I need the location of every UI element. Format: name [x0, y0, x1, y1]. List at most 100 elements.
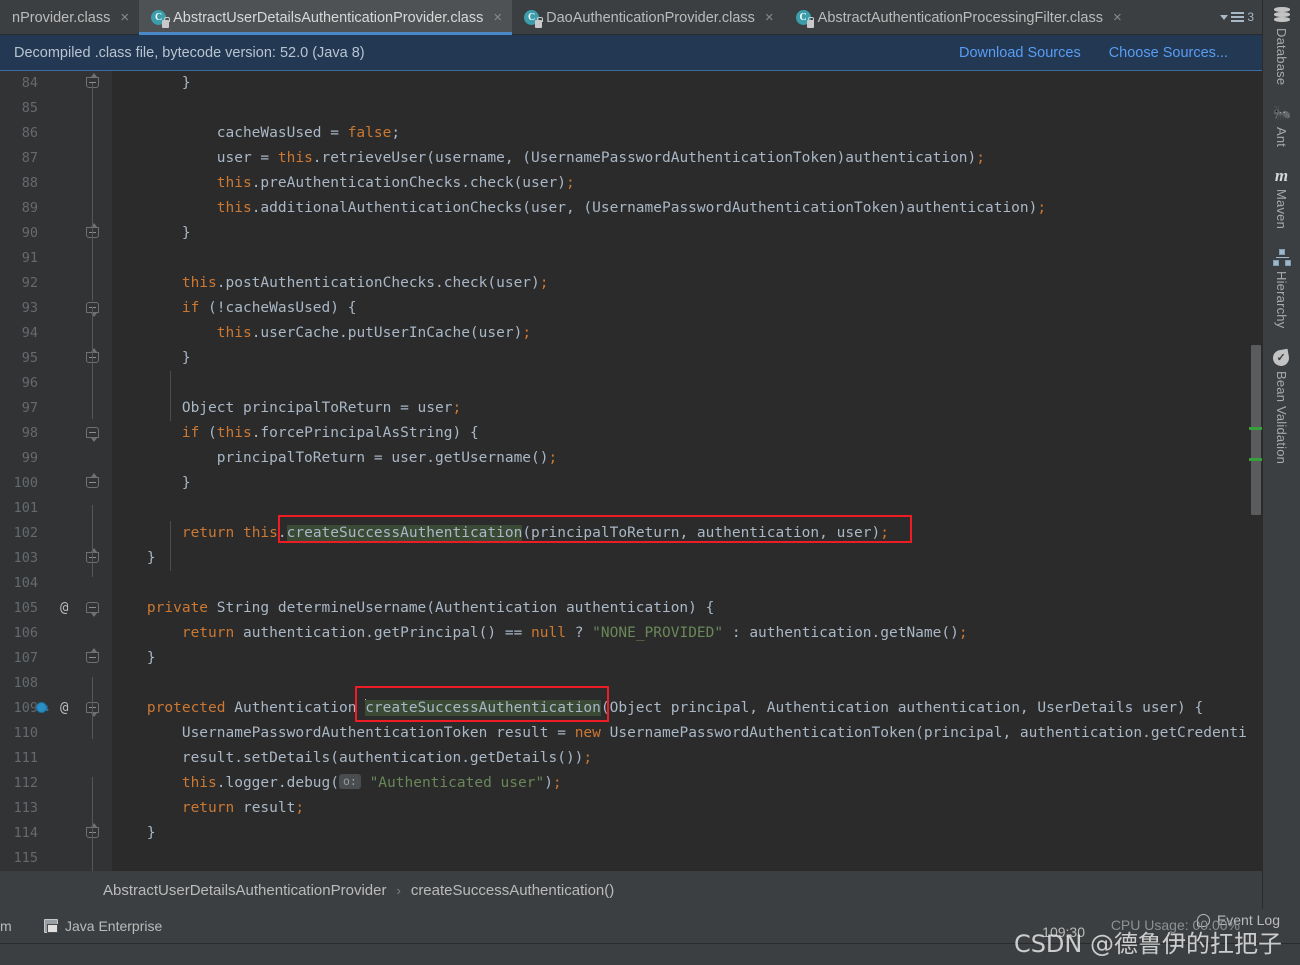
caret-position-indicator[interactable]: 109:30 — [1042, 924, 1085, 940]
code-line[interactable]: 114 } — [0, 821, 1262, 846]
editor-vertical-scrollbar[interactable] — [1249, 71, 1262, 871]
code-text: Object principalToReturn = user; — [112, 396, 461, 421]
status-left-fragment: m — [0, 918, 12, 934]
code-line[interactable]: 106 return authentication.getPrincipal()… — [0, 621, 1262, 646]
code-line[interactable]: 92 this.postAuthenticationChecks.check(u… — [0, 271, 1262, 296]
status-ghost-text: CPU Usage: 00.00% — [1110, 917, 1240, 933]
code-lines-container[interactable]: 84 } 85 86 cacheWasUsed = false; 87 user = … — [0, 71, 1262, 871]
list-icon — [1231, 12, 1245, 22]
code-line[interactable]: 115 — [0, 846, 1262, 871]
code-line[interactable]: 105 @ private String determineUsername(Au… — [0, 596, 1262, 621]
sidebar-item-bean-validation[interactable]: ✓ Bean Validation — [1271, 348, 1291, 464]
code-line[interactable]: 109 ↓ @ protected Authentication createSuc… — [0, 696, 1262, 721]
sidebar-item-database[interactable]: Database — [1273, 6, 1291, 85]
code-line[interactable]: 94 this.userCache.putUserInCache(user); — [0, 321, 1262, 346]
code-token: . — [277, 525, 287, 541]
close-icon[interactable]: × — [765, 10, 774, 25]
code-line[interactable]: 100 } — [0, 471, 1262, 496]
code-token: } — [112, 75, 191, 91]
code-fold-end-icon[interactable] — [86, 648, 99, 665]
editor-tab-label: DaoAuthenticationProvider.class — [546, 9, 755, 26]
code-line[interactable]: 103 } — [0, 546, 1262, 571]
code-line[interactable]: 97 Object principalToReturn = user; — [0, 396, 1262, 421]
status-facet-label: Java Enterprise — [65, 918, 163, 934]
status-facet-java-enterprise[interactable]: Java Enterprise — [44, 918, 162, 934]
line-number: 105 — [13, 600, 38, 616]
code-line[interactable]: 86 cacheWasUsed = false; — [0, 121, 1262, 146]
editor-tab-2[interactable]: C DaoAuthenticationProvider.class × — [512, 0, 784, 35]
breadcrumb-class[interactable]: AbstractUserDetailsAuthenticationProvide… — [103, 882, 386, 899]
code-fold-end-icon[interactable] — [86, 473, 99, 490]
code-line[interactable]: 96 — [0, 371, 1262, 396]
code-fold-open-icon[interactable] — [86, 602, 99, 617]
close-icon[interactable]: × — [120, 10, 129, 25]
code-line[interactable]: 99 principalToReturn = user.getUsername(… — [0, 446, 1262, 471]
editor-tab-1[interactable]: C AbstractUserDetailsAuthenticationProvi… — [139, 0, 513, 35]
code-line[interactable]: 91 — [0, 246, 1262, 271]
code-token: ; — [565, 175, 575, 191]
code-token: .forcePrincipalAsString) { — [251, 425, 479, 441]
editor-tab-0[interactable]: nProvider.class × — [0, 0, 139, 35]
sidebar-item-maven[interactable]: m Maven — [1273, 167, 1291, 230]
sidebar-item-ant[interactable]: 🐜 Ant — [1273, 105, 1292, 147]
code-line[interactable]: 88 this.preAuthenticationChecks.check(us… — [0, 171, 1262, 196]
code-line[interactable]: 112 this.logger.debug(o: "Authenticated … — [0, 771, 1262, 796]
code-token: return — [181, 625, 235, 641]
code-line[interactable]: 85 — [0, 96, 1262, 121]
code-text: protected Authentication createSuccessAu… — [112, 696, 1203, 721]
sidebar-item-hierarchy[interactable]: Hierarchy — [1272, 249, 1291, 329]
code-line[interactable]: 107 } — [0, 646, 1262, 671]
code-line[interactable]: 113 return result; — [0, 796, 1262, 821]
code-line[interactable]: 84 } — [0, 71, 1262, 96]
choose-sources-link[interactable]: Choose Sources... — [1109, 45, 1228, 61]
code-token: Authentication — [225, 700, 366, 716]
code-token: UsernamePasswordAuthenticationToken resu… — [112, 725, 575, 741]
code-line[interactable]: 95 } — [0, 346, 1262, 371]
code-line[interactable]: 104 — [0, 571, 1262, 596]
code-token: this — [181, 775, 217, 791]
code-fold-open-icon[interactable] — [86, 427, 99, 442]
code-text: UsernamePasswordAuthenticationToken resu… — [112, 721, 1247, 746]
code-text: this.postAuthenticationChecks.check(user… — [112, 271, 549, 296]
download-sources-link[interactable]: Download Sources — [959, 45, 1081, 61]
code-line[interactable]: 108 — [0, 671, 1262, 696]
breadcrumb: AbstractUserDetailsAuthenticationProvide… — [0, 871, 1262, 909]
code-line[interactable]: 102 return this.createSuccessAuthenticat… — [0, 521, 1262, 546]
line-number: 98 — [21, 425, 38, 441]
line-number: 115 — [13, 850, 38, 866]
scrollbar-thumb[interactable] — [1251, 345, 1261, 515]
editor-tab-3[interactable]: C AbstractAuthenticationProcessingFilter… — [784, 0, 1132, 35]
code-line[interactable]: 93 if (!cacheWasUsed) { — [0, 296, 1262, 321]
code-token: .logger.debug( — [216, 775, 339, 791]
editor-tab-label: nProvider.class — [12, 9, 111, 26]
code-line[interactable]: 101 — [0, 496, 1262, 521]
fold-connector-line — [92, 505, 93, 577]
code-editor[interactable]: 84 } 85 86 cacheWasUsed = false; 87 user = … — [0, 71, 1262, 871]
code-token: if — [181, 425, 200, 441]
code-token: return — [181, 525, 235, 541]
code-line[interactable]: 111 result.setDetails(authentication.get… — [0, 746, 1262, 771]
code-line[interactable]: 110 UsernamePasswordAuthenticationToken … — [0, 721, 1262, 746]
code-text: this.logger.debug(o: "Authenticated user… — [112, 771, 562, 796]
close-icon[interactable]: × — [1113, 10, 1122, 25]
override-method-icon[interactable]: ↓ — [36, 702, 50, 715]
code-line[interactable]: 90 } — [0, 221, 1262, 246]
close-icon[interactable]: × — [493, 10, 502, 25]
code-token: ; — [880, 525, 889, 541]
code-token: result — [234, 800, 296, 816]
code-token: return — [181, 800, 235, 816]
tab-overflow-button[interactable]: 3 — [1220, 0, 1262, 34]
code-text: } — [112, 471, 191, 496]
line-number: 103 — [13, 550, 38, 566]
code-line[interactable]: 98 if (this.forcePrincipalAsString) { — [0, 421, 1262, 446]
code-token: } — [112, 550, 156, 566]
code-token: .preAuthenticationChecks.check(user) — [251, 175, 566, 191]
breadcrumb-method[interactable]: createSuccessAuthentication() — [411, 882, 614, 899]
code-text: this.userCache.putUserInCache(user); — [112, 321, 531, 346]
code-line[interactable]: 87 user = this.retrieveUser(username, (U… — [0, 146, 1262, 171]
editor-tab-bar: nProvider.class × C AbstractUserDetailsA… — [0, 0, 1262, 35]
annotation-gutter-icon: @ — [60, 600, 69, 616]
code-line[interactable]: 89 this.additionalAuthenticationChecks(u… — [0, 196, 1262, 221]
